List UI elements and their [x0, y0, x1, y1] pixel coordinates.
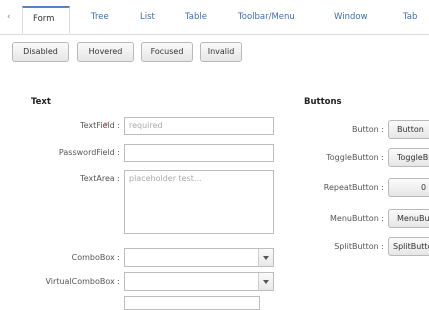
passwordfield-label: PasswordField : [58, 148, 120, 157]
combobox-partial[interactable] [124, 296, 260, 310]
invalid-button[interactable]: Invalid [200, 42, 242, 62]
repeatbutton-demo[interactable]: 0 [388, 178, 429, 197]
button-row-label: Button : [351, 125, 384, 134]
splitbutton-row-label: SplitButton : [334, 242, 384, 251]
tab-table[interactable]: Table [185, 10, 207, 34]
button-demo[interactable]: Button [388, 120, 429, 139]
togglebutton-row-label: ToggleButton : [326, 153, 384, 162]
tab-list[interactable]: List [140, 10, 155, 34]
repeatbutton-row-label: RepeatButton : [323, 183, 384, 192]
togglebutton-demo[interactable]: ToggleButton [388, 148, 429, 167]
chevron-down-icon[interactable] [258, 249, 273, 266]
menubutton-demo[interactable]: MenuButton [388, 209, 429, 228]
tab-toolbar-menu[interactable]: Toolbar/Menu [238, 10, 295, 34]
tab-tree[interactable]: Tree [91, 10, 109, 34]
text-section-title: Text [31, 97, 51, 107]
menubutton-row-label: MenuButton : [330, 214, 384, 223]
combobox-label: ComboBox : [71, 253, 120, 262]
virtualcombobox[interactable] [124, 272, 274, 291]
textarea-input[interactable]: placeholder test... [124, 170, 274, 234]
buttons-section-title: Buttons [304, 97, 342, 107]
passwordfield-input[interactable] [124, 144, 274, 162]
chevron-down-icon[interactable] [258, 273, 273, 290]
tab-scroll-left-icon[interactable]: ‹ [7, 12, 11, 22]
combobox[interactable] [124, 248, 274, 267]
tab-tab[interactable]: Tab [403, 10, 417, 34]
hovered-button[interactable]: Hovered [77, 42, 134, 62]
focused-button[interactable]: Focused [141, 42, 193, 62]
tab-window[interactable]: Window [334, 10, 368, 34]
tab-form[interactable]: Form [22, 6, 70, 34]
tab-bar: ‹ Form Tree List Table Toolbar/Menu Wind… [0, 0, 429, 35]
disabled-button[interactable]: Disabled [12, 42, 69, 62]
required-mark: * [104, 121, 108, 130]
virtualcombobox-label: VirtualComboBox : [45, 277, 121, 286]
textfield-input[interactable]: required [124, 117, 274, 135]
textarea-label: TextArea : [80, 174, 120, 183]
splitbutton-demo[interactable]: SplitButton [388, 237, 429, 256]
